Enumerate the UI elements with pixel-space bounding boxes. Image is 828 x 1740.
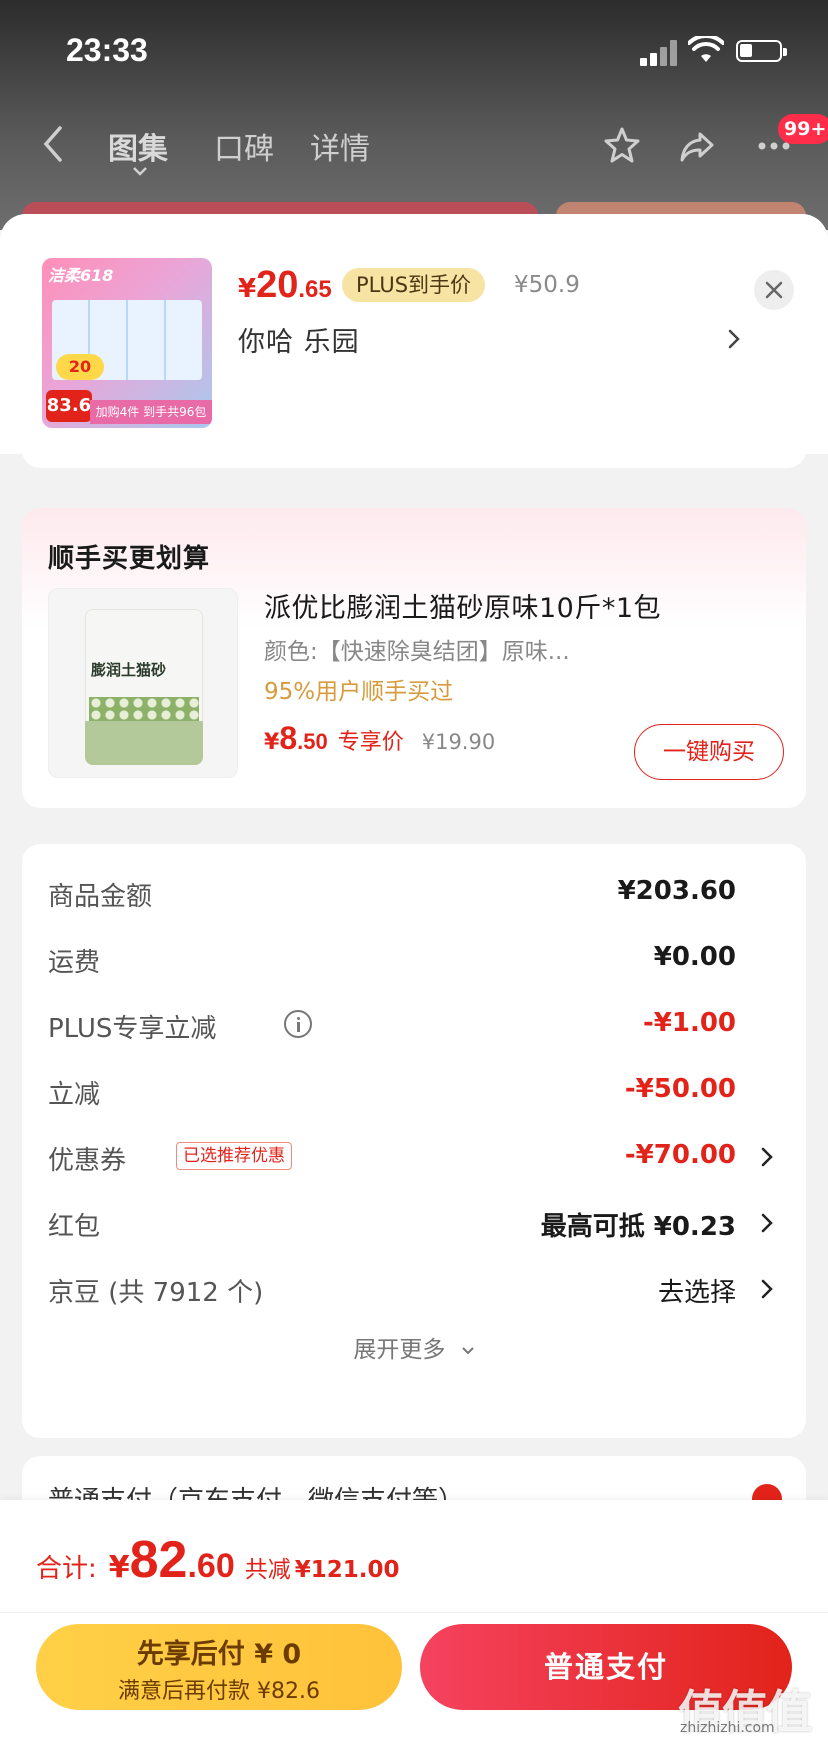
summary-row-jingdou[interactable]: 京豆 (共 7912 个) 去选择 xyxy=(48,1272,780,1312)
cat-litter-bag: 膨润土猫砂 xyxy=(85,609,203,765)
expand-label: 展开更多 xyxy=(353,1337,446,1363)
saved-value: ¥121.00 xyxy=(294,1557,400,1583)
addon-price-decimal: .50 xyxy=(297,729,328,754)
watermark-url: zhizhizhi.com xyxy=(680,1720,775,1736)
thumb-price: 83.6 xyxy=(46,390,92,422)
price-summary-card: 商品金额 ¥203.60 运费 ¥0.00 PLUS专享立减 -¥1.00 立减… xyxy=(22,844,806,1438)
summary-key: PLUS专享立减 xyxy=(48,1014,217,1044)
total-decimal: .60 xyxy=(187,1547,235,1585)
addon-price-currency: ¥ xyxy=(264,730,280,755)
saved-label: 共减 xyxy=(244,1557,291,1583)
info-icon[interactable] xyxy=(284,1010,312,1038)
summary-row-goods: 商品金额 ¥203.60 xyxy=(48,876,780,916)
bag-label: 膨润土猫砂 xyxy=(91,661,167,679)
tab-details[interactable]: 详情 xyxy=(310,124,370,168)
addon-rate: 95%用户顺手买过 xyxy=(264,679,454,705)
summary-row-shipping: 运费 ¥0.00 xyxy=(48,942,780,982)
summary-value: 去选择 xyxy=(657,1278,736,1308)
battery-icon xyxy=(736,40,787,62)
chevron-down-icon xyxy=(461,1346,474,1354)
coupon-tag: 已选推荐优惠 xyxy=(176,1142,292,1170)
addon-price-label: 专享价 xyxy=(337,730,404,755)
chevron-right-icon[interactable] xyxy=(724,324,744,354)
pay-later-button[interactable]: 先享后付 ¥ 0 满意后再付款 ¥82.6 xyxy=(36,1624,402,1710)
checkout-bar: 合计: ¥ 82 .60 共减 ¥121.00 先享后付 ¥ 0 满意后再付款 … xyxy=(0,1500,828,1740)
top-nav: 图集 口碑 详情 99+ xyxy=(0,110,828,180)
summary-value: ¥203.60 xyxy=(617,876,736,906)
tab-gallery[interactable]: 图集 xyxy=(108,124,168,168)
addon-price-integer: 8 xyxy=(279,720,298,756)
addon-name[interactable]: 派优比膨润土猫砂原味10斤*1包 xyxy=(264,586,661,625)
summary-row-redpacket[interactable]: 红包 最高可抵 ¥0.23 xyxy=(48,1206,780,1246)
summary-value: -¥70.00 xyxy=(624,1140,736,1170)
total-label: 合计: xyxy=(36,1554,97,1584)
total-currency: ¥ xyxy=(108,1550,130,1585)
addon-original-price: ¥19.90 xyxy=(421,730,496,754)
share-icon[interactable] xyxy=(676,124,720,168)
signal-icon xyxy=(640,38,680,66)
product-header: 洁柔618 20 83.6 加购4件 到手共96包 ¥ 20 .65 PLUS到… xyxy=(0,214,828,454)
addon-card: 顺手买更划算 膨润土猫砂 派优比膨润土猫砂原味10斤*1包 颜色:【快速除臭结团… xyxy=(22,508,806,808)
price-decimal: .65 xyxy=(298,276,332,303)
wifi-icon xyxy=(688,36,724,62)
price-currency: ¥ xyxy=(238,274,257,304)
price-integer: 20 xyxy=(256,264,299,306)
summary-key: 立减 xyxy=(48,1080,101,1110)
total-integer: 82 xyxy=(129,1531,188,1589)
previous-card-edge xyxy=(22,428,806,468)
notification-badge: 99+ xyxy=(778,114,828,144)
summary-key: 运费 xyxy=(48,948,101,978)
total-row: 合计: ¥ 82 .60 共减 ¥121.00 xyxy=(36,1530,400,1590)
tab-indicator xyxy=(133,167,147,176)
summary-value: ¥0.00 xyxy=(653,942,736,972)
back-icon[interactable] xyxy=(38,122,68,166)
star-icon[interactable] xyxy=(600,124,644,168)
close-icon xyxy=(765,281,783,299)
addon-title: 顺手买更划算 xyxy=(48,544,211,574)
summary-key: 优惠券 xyxy=(48,1146,127,1176)
variant-selector[interactable]: 你哈 乐园 xyxy=(238,320,360,359)
pay-later-title: 先享后付 ¥ 0 xyxy=(136,1639,302,1670)
summary-row-discount: 立减 -¥50.00 xyxy=(48,1074,780,1114)
plus-price-tag: PLUS到手价 xyxy=(342,268,486,302)
addon-spec[interactable]: 颜色:【快速除臭结团】原味... xyxy=(264,632,570,666)
summary-key: 商品金额 xyxy=(48,882,153,912)
addon-price: ¥ 8 .50 专享价 ¥19.90 xyxy=(264,720,495,757)
chevron-right-icon xyxy=(761,1147,773,1167)
status-bar: 23:33 xyxy=(0,0,828,100)
expand-more-button[interactable]: 展开更多 xyxy=(22,1330,806,1364)
chevron-right-icon xyxy=(761,1213,773,1233)
summary-value: -¥1.00 xyxy=(642,1008,736,1038)
product-thumbnail[interactable]: 洁柔618 20 83.6 加购4件 到手共96包 xyxy=(42,258,212,428)
thumb-brand: 洁柔618 xyxy=(48,266,114,285)
thumb-tag: 20 xyxy=(56,354,104,380)
addon-image[interactable]: 膨润土猫砂 xyxy=(48,588,238,778)
summary-row-plus: PLUS专享立减 -¥1.00 xyxy=(48,1008,780,1048)
summary-value: -¥50.00 xyxy=(624,1074,736,1104)
divider xyxy=(0,1612,828,1613)
pay-later-subtitle: 满意后再付款 ¥82.6 xyxy=(118,1679,320,1704)
close-button[interactable] xyxy=(754,270,794,310)
summary-key: 红包 xyxy=(48,1212,101,1242)
status-time: 23:33 xyxy=(66,32,148,68)
tab-reviews[interactable]: 口碑 xyxy=(214,124,274,168)
summary-value: 最高可抵 ¥0.23 xyxy=(540,1212,736,1242)
summary-key: 京豆 (共 7912 个) xyxy=(48,1278,264,1308)
chevron-right-icon xyxy=(761,1279,773,1299)
thumb-strip: 加购4件 到手共96包 xyxy=(90,400,212,424)
original-price: ¥50.9 xyxy=(514,272,580,298)
summary-row-coupon[interactable]: 优惠券 已选推荐优惠 -¥70.00 xyxy=(48,1140,780,1180)
one-click-buy-button[interactable]: 一键购买 xyxy=(634,724,784,780)
product-price: ¥ 20 .65 xyxy=(238,264,332,310)
